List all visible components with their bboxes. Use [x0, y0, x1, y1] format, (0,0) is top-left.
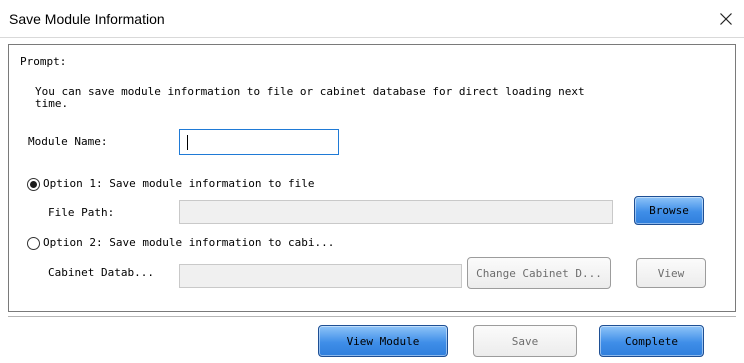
footer-divider	[8, 316, 736, 317]
text-caret	[187, 135, 188, 150]
file-path-label: File Path:	[48, 206, 115, 219]
view-button[interactable]: View	[636, 258, 706, 288]
close-button[interactable]	[708, 0, 744, 37]
cabinet-database-label: Cabinet Datab...	[48, 266, 154, 279]
cabinet-database-field	[179, 264, 462, 288]
save-button[interactable]: Save	[473, 325, 577, 357]
module-name-label: Module Name:	[28, 135, 108, 148]
option2-label[interactable]: Option 2: Save module information to cab…	[43, 236, 334, 249]
close-icon	[720, 12, 732, 25]
browse-button[interactable]: Browse	[634, 196, 704, 225]
window-title: Save Module Information	[9, 11, 165, 27]
prompt-title: Prompt:	[20, 55, 67, 68]
option1-radio[interactable]	[27, 178, 40, 191]
save-module-dialog: Save Module Information Prompt: You can …	[0, 0, 744, 363]
prompt-text: You can save module information to file …	[35, 85, 585, 110]
change-cabinet-database-button[interactable]: Change Cabinet D...	[467, 257, 611, 289]
complete-button[interactable]: Complete	[599, 325, 704, 357]
module-name-input[interactable]	[179, 129, 339, 155]
title-bar: Save Module Information	[0, 0, 744, 38]
file-path-field	[179, 200, 613, 224]
view-module-button[interactable]: View Module	[318, 325, 448, 357]
option2-radio[interactable]	[27, 237, 40, 250]
option1-label[interactable]: Option 1: Save module information to fil…	[43, 177, 315, 190]
